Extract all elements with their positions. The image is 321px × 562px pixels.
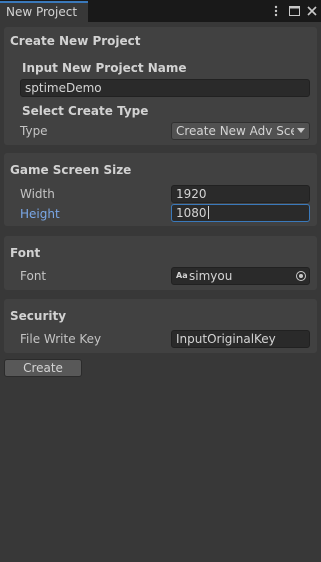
section-title: Create New Project xyxy=(10,34,141,48)
window-tab-bar: New Project xyxy=(0,0,321,22)
font-object-field[interactable]: Aasimyou xyxy=(171,267,310,285)
chevron-down-icon xyxy=(297,128,305,133)
project-name-input[interactable]: sptimeDemo xyxy=(20,79,310,97)
height-value: 1080 xyxy=(176,206,207,220)
font-value: simyou xyxy=(189,269,233,283)
file-write-key-label: File Write Key xyxy=(20,332,102,346)
width-input[interactable]: 1920 xyxy=(171,185,310,203)
create-type-dropdown[interactable]: Create New Adv Scene xyxy=(171,122,310,140)
section-title: Font xyxy=(10,246,41,260)
section-title: Game Screen Size xyxy=(10,163,132,177)
text-caret xyxy=(207,206,209,219)
window-controls xyxy=(269,3,319,19)
object-picker-icon[interactable] xyxy=(296,271,306,281)
project-name-heading: Input New Project Name xyxy=(22,61,187,75)
create-type-selected: Create New Adv Scene xyxy=(176,124,294,138)
font-asset-icon: Aa xyxy=(176,271,188,280)
section-title: Security xyxy=(10,309,67,323)
maximize-icon[interactable] xyxy=(287,4,301,18)
create-new-project-panel: Create New Project Input New Project Nam… xyxy=(4,27,317,145)
tab-new-project[interactable]: New Project xyxy=(0,1,88,22)
font-label: Font xyxy=(20,269,47,283)
create-type-heading: Select Create Type xyxy=(22,104,149,118)
height-label: Height xyxy=(20,207,60,221)
kebab-menu-icon[interactable] xyxy=(269,4,283,18)
game-screen-size-panel: Game Screen Size Width 1920 Height 1080 xyxy=(4,153,317,226)
editor-content: Create New Project Input New Project Nam… xyxy=(0,22,321,562)
height-input[interactable]: 1080 xyxy=(171,204,310,222)
security-panel: Security File Write Key InputOriginalKey xyxy=(4,299,317,353)
tab-label: New Project xyxy=(6,5,78,19)
type-label: Type xyxy=(20,124,48,138)
width-label: Width xyxy=(20,187,55,201)
file-write-key-input[interactable]: InputOriginalKey xyxy=(171,330,310,348)
create-button[interactable]: Create xyxy=(4,359,82,377)
font-panel: Font Font Aasimyou xyxy=(4,236,317,290)
close-icon[interactable] xyxy=(305,4,319,18)
